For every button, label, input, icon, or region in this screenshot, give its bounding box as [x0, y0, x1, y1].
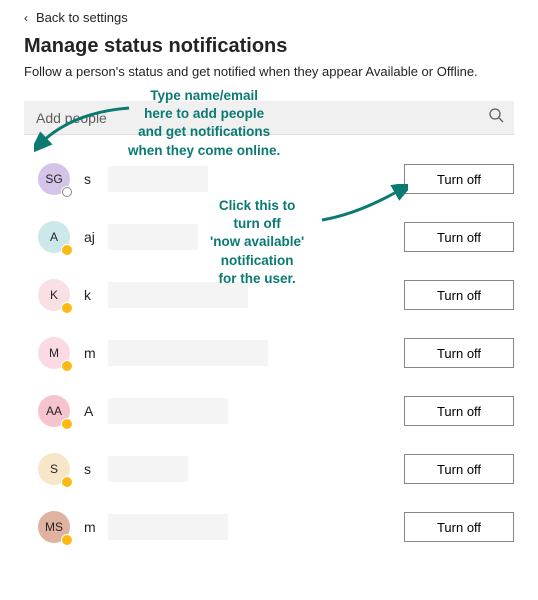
add-people-search[interactable]: [24, 101, 514, 135]
redacted-name: [108, 224, 198, 250]
person-name-fragment: A: [84, 403, 106, 419]
person-row: Mm Turn off: [24, 333, 514, 373]
avatar-initials: SG: [45, 172, 62, 186]
person-row: SG s Turn off: [24, 159, 514, 199]
person-name-fragment: m: [84, 345, 106, 361]
turn-off-button[interactable]: Turn off: [404, 222, 514, 252]
avatar-initials: K: [50, 288, 58, 302]
avatar-initials: A: [50, 230, 58, 244]
avatar: A: [38, 221, 70, 253]
turn-off-button[interactable]: Turn off: [404, 164, 514, 194]
presence-away-icon: [61, 302, 73, 314]
avatar: MS: [38, 511, 70, 543]
avatar: K: [38, 279, 70, 311]
person-row: AAATurn off: [24, 391, 514, 431]
person-row: Aaj Turn off: [24, 217, 514, 257]
person-name-fragment: s: [84, 171, 106, 187]
presence-away-icon: [61, 244, 73, 256]
redacted-name: [108, 456, 188, 482]
redacted-name: [108, 282, 248, 308]
person-name-fragment: k: [84, 287, 106, 303]
back-to-settings-link[interactable]: ‹ Back to settings: [24, 10, 514, 25]
presence-offline-icon: [61, 186, 73, 198]
redacted-name: [108, 340, 268, 366]
presence-away-icon: [61, 534, 73, 546]
person-name-fragment: s: [84, 461, 106, 477]
redacted-name: [108, 398, 228, 424]
back-link-label: Back to settings: [36, 10, 128, 25]
redacted-name: [108, 514, 228, 540]
avatar: SG: [38, 163, 70, 195]
turn-off-button[interactable]: Turn off: [404, 512, 514, 542]
avatar-initials: M: [49, 346, 59, 360]
avatar-initials: MS: [45, 520, 63, 534]
presence-away-icon: [61, 360, 73, 372]
avatar-initials: AA: [46, 404, 62, 418]
person-row: Ss Turn off: [24, 449, 514, 489]
avatar-initials: S: [50, 462, 58, 476]
add-people-input[interactable]: [34, 109, 488, 127]
avatar: AA: [38, 395, 70, 427]
avatar: S: [38, 453, 70, 485]
search-icon: [488, 107, 504, 128]
page-subtitle: Follow a person's status and get notifie…: [24, 64, 514, 79]
presence-away-icon: [61, 476, 73, 488]
turn-off-button[interactable]: Turn off: [404, 454, 514, 484]
turn-off-button[interactable]: Turn off: [404, 338, 514, 368]
chevron-left-icon: ‹: [24, 11, 28, 25]
turn-off-button[interactable]: Turn off: [404, 280, 514, 310]
presence-away-icon: [61, 418, 73, 430]
redacted-name: [108, 166, 208, 192]
avatar: M: [38, 337, 70, 369]
person-row: MS m Turn off: [24, 507, 514, 547]
page-title: Manage status notifications: [24, 35, 514, 58]
turn-off-button[interactable]: Turn off: [404, 396, 514, 426]
person-row: Kk Turn off: [24, 275, 514, 315]
person-name-fragment: aj: [84, 229, 106, 245]
person-name-fragment: m: [84, 519, 106, 535]
